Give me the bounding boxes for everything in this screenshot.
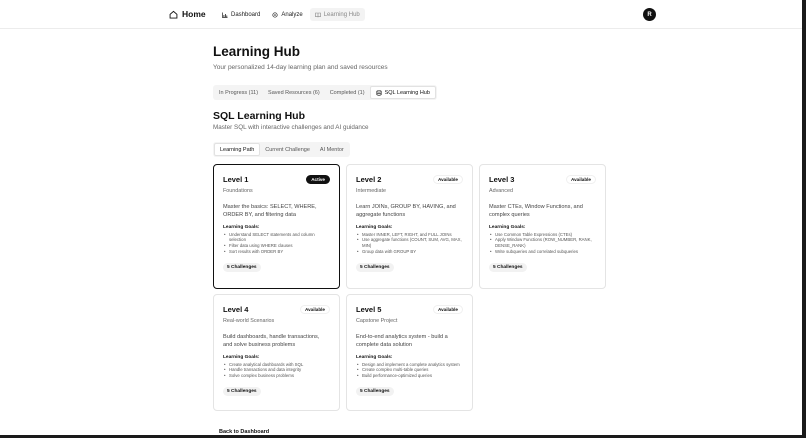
level-card-5[interactable]: Level 5 Available Capstone Project End-t… (346, 294, 473, 411)
goals-list: Design and implement a complete analytic… (356, 362, 463, 379)
status-badge: Active (306, 175, 330, 184)
status-badge: Available (565, 175, 596, 184)
card-title: Level 4 (223, 305, 249, 314)
card-header: Level 4 Available (223, 305, 330, 314)
card-subtitle: Advanced (489, 188, 513, 194)
goal-item: Solve complex business problems (223, 373, 330, 379)
tab-saved-resources[interactable]: Saved Resources (6) (263, 86, 325, 99)
card-header: Level 2 Available (356, 175, 463, 184)
tab-sql-learning-hub[interactable]: SQL Learning Hub (369, 86, 436, 99)
challenge-count-badge: 5 Challenges (223, 387, 261, 397)
home-label: Home (182, 9, 206, 19)
goal-item: Apply Window Functions (ROW_NUMBER, RANK… (489, 237, 596, 249)
goals-list: Create analytical dashboards with SQL Ha… (223, 362, 330, 379)
database-icon (376, 89, 382, 96)
section-subtitle: Master SQL with interactive challenges a… (213, 124, 369, 131)
tab-label: Learning Path (220, 146, 255, 153)
card-title: Level 3 (489, 175, 515, 184)
goals-list: Understand SELECT statements and column … (223, 232, 330, 255)
home-link[interactable]: Home (169, 9, 206, 19)
nav-dashboard-label: Dashboard (231, 11, 261, 18)
nav-dashboard[interactable]: Dashboard (217, 8, 265, 21)
scrollbar[interactable] (802, 0, 806, 438)
book-open-icon (314, 12, 321, 17)
card-description: Build dashboards, handle transactions, a… (223, 334, 320, 348)
goals-label: Learning Goals: (489, 224, 526, 230)
section-title: SQL Learning Hub (213, 110, 305, 122)
tab-label: Saved Resources (6) (268, 89, 320, 96)
challenge-count-badge: 5 Challenges (356, 387, 394, 397)
tab-in-progress[interactable]: In Progress (11) (214, 86, 263, 99)
goal-item: Build performance-optimized queries (356, 373, 463, 379)
tab-label: Completed (1) (329, 89, 365, 96)
card-subtitle: Intermediate (356, 188, 386, 194)
tab-label: In Progress (11) (219, 89, 259, 96)
goals-label: Learning Goals: (223, 224, 260, 230)
card-title: Level 1 (223, 175, 249, 184)
gear-icon (272, 11, 278, 18)
page-subtitle: Your personalized 14-day learning plan a… (213, 64, 388, 71)
goals-list: Use Common Table Expressions (CTEs) Appl… (489, 232, 596, 255)
tab-ai-mentor[interactable]: AI Mentor (315, 143, 349, 156)
goal-item: Group data with GROUP BY (356, 249, 463, 255)
tab-label: SQL Learning Hub (384, 89, 430, 96)
tab-current-challenge[interactable]: Current Challenge (260, 143, 315, 156)
nav-learning-hub-label: Learning Hub (323, 11, 360, 18)
card-title: Level 2 (356, 175, 382, 184)
status-badge: Available (432, 305, 463, 314)
goal-item: Understand SELECT statements and column … (223, 232, 330, 244)
level-card-4[interactable]: Level 4 Available Real-world Scenarios B… (213, 294, 340, 411)
challenge-count-badge: 5 Challenges (356, 262, 394, 272)
card-subtitle: Real-world Scenarios (223, 318, 275, 324)
goals-label: Learning Goals: (356, 354, 393, 360)
goal-item: Use aggregate functions (COUNT, SUM, AVG… (356, 237, 463, 249)
goals-label: Learning Goals: (223, 354, 260, 360)
tab-completed[interactable]: Completed (1) (325, 86, 370, 99)
card-header: Level 1 Active (223, 175, 330, 184)
goal-item: Sort results with ORDER BY (223, 249, 330, 255)
tab-label: Current Challenge (265, 146, 310, 153)
home-icon (169, 10, 178, 19)
level-card-1[interactable]: Level 1 Active Foundations Master the ba… (213, 164, 340, 289)
card-description: Learn JOINs, GROUP BY, HAVING, and aggre… (356, 204, 456, 218)
status-badge: Available (432, 175, 463, 184)
status-badge: Available (299, 305, 330, 314)
nav-analyze[interactable]: Analyze (267, 8, 307, 21)
card-description: End-to-end analytics system - build a co… (356, 334, 448, 348)
level-card-3[interactable]: Level 3 Available Advanced Master CTEs, … (479, 164, 606, 289)
goals-label: Learning Goals: (356, 224, 393, 230)
challenge-count-badge: 5 Challenges (223, 262, 261, 272)
user-avatar[interactable]: R (643, 8, 656, 21)
card-description: Master CTEs, Window Functions, and compl… (489, 204, 583, 218)
bar-chart-icon (222, 12, 228, 18)
tab-learning-path[interactable]: Learning Path (214, 143, 261, 156)
card-description: Master the basics: SELECT, WHERE, ORDER … (223, 204, 317, 218)
page-title: Learning Hub (213, 44, 300, 59)
main-tabs: In Progress (11) Saved Resources (6) Com… (213, 85, 437, 100)
goals-list: Master INNER, LEFT, RIGHT, and FULL JOIN… (356, 232, 463, 255)
nav-links: Dashboard Analyze Learning Hub (217, 8, 365, 21)
card-subtitle: Foundations (223, 188, 253, 194)
nav-learning-hub[interactable]: Learning Hub (309, 8, 365, 21)
card-header: Level 5 Available (356, 305, 463, 314)
sub-tabs: Learning Path Current Challenge AI Mento… (213, 142, 350, 157)
card-subtitle: Capstone Project (356, 318, 398, 324)
nav-analyze-label: Analyze (281, 11, 303, 18)
tab-label: AI Mentor (319, 146, 344, 153)
card-title: Level 5 (356, 305, 382, 314)
level-card-2[interactable]: Level 2 Available Intermediate Learn JOI… (346, 164, 473, 289)
card-header: Level 3 Available (489, 175, 596, 184)
goal-item: Write subqueries and correlated subqueri… (489, 249, 596, 255)
challenge-count-badge: 5 Challenges (489, 262, 527, 272)
top-navbar: Home Dashboard Analyze Learning Hub R (0, 0, 806, 29)
